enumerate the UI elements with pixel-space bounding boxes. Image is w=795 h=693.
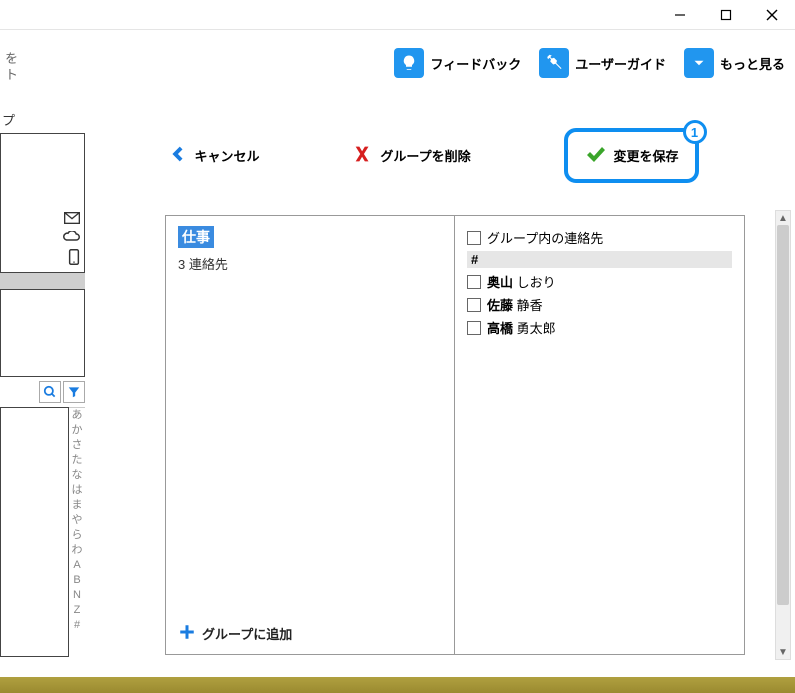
plus-icon [178, 623, 196, 644]
left-sidebar-fragment: プ あかさたなはまやらわABNZ# [0, 110, 90, 670]
userguide-label: ユーザーガイド [575, 54, 666, 73]
checkbox[interactable] [467, 275, 481, 289]
scroll-up-arrow-icon[interactable]: ▲ [776, 211, 790, 225]
scroll-down-arrow-icon[interactable]: ▼ [776, 645, 790, 659]
group-pane-right: グループ内の連絡先 # 奥山 しおり佐藤 静香高橋 勇太郎 [455, 216, 744, 654]
feedback-button[interactable]: フィードバック [394, 48, 521, 78]
selected-row[interactable] [0, 273, 85, 289]
empty-box [0, 289, 85, 377]
group-pane-left: 仕事 3 連絡先 グループに追加 [166, 216, 455, 654]
checkbox[interactable] [467, 298, 481, 312]
accounts-box [0, 133, 85, 273]
x-icon [352, 143, 374, 168]
alpha-index[interactable]: あかさたなはまやらわABNZ# [69, 407, 85, 657]
phone-icon [68, 249, 80, 268]
more-button[interactable]: もっと見る [684, 48, 785, 78]
scroll-thumb[interactable] [777, 225, 789, 605]
window-titlebar [0, 0, 795, 30]
select-all-label: グループ内の連絡先 [487, 228, 603, 247]
filter-button[interactable] [63, 381, 85, 403]
minimize-button[interactable] [657, 0, 703, 29]
actions-row: キャンセル グループを削除 変更を保存 1 [0, 128, 795, 183]
tools-icon [539, 48, 569, 78]
contact-row[interactable]: 佐藤 静香 [467, 293, 732, 316]
more-label: もっと見る [720, 54, 785, 73]
bottom-bar [0, 677, 795, 693]
checkbox[interactable] [467, 321, 481, 335]
close-button[interactable] [749, 0, 795, 29]
add-group-label: グループに追加 [202, 624, 292, 643]
cancel-label: キャンセル [194, 146, 259, 165]
checkbox[interactable] [467, 231, 481, 245]
contact-row[interactable]: 高橋 勇太郎 [467, 316, 732, 339]
delete-group-button[interactable]: グループを削除 [352, 143, 470, 168]
feedback-label: フィードバック [430, 54, 521, 73]
contact-row[interactable]: 奥山 しおり [467, 270, 732, 293]
callout-badge: 1 [683, 120, 707, 144]
save-label: 変更を保存 [614, 146, 679, 165]
vertical-scrollbar[interactable]: ▲ ▼ [775, 210, 791, 660]
contact-count: 3 連絡先 [178, 254, 442, 273]
cloud-icon [62, 230, 80, 246]
group-name-field[interactable]: 仕事 [178, 226, 214, 248]
cancel-button[interactable]: キャンセル [166, 143, 259, 168]
contacts-list-fragment [0, 407, 69, 657]
check-icon [584, 142, 608, 169]
maximize-button[interactable] [703, 0, 749, 29]
userguide-button[interactable]: ユーザーガイド [539, 48, 666, 78]
tab-fragment-label: プ [0, 110, 90, 133]
select-all-row[interactable]: グループ内の連絡先 [467, 226, 732, 249]
mail-icon [64, 211, 80, 227]
header-toolbar: フィードバック ユーザーガイド もっと見る [0, 30, 795, 100]
section-header: # [467, 251, 732, 268]
chevron-down-icon [684, 48, 714, 78]
save-button[interactable]: 変更を保存 1 [564, 128, 699, 183]
contact-name: 佐藤 静香 [487, 295, 543, 314]
cut-text-2: ト [5, 64, 18, 83]
contact-name: 奥山 しおり [487, 272, 556, 291]
add-group-button[interactable]: グループに追加 [178, 623, 442, 644]
contact-name: 高橋 勇太郎 [487, 318, 556, 337]
lightbulb-icon [394, 48, 424, 78]
back-arrow-icon [166, 143, 188, 168]
group-edit-pane: 仕事 3 連絡先 グループに追加 グループ内の連絡先 # 奥山 しおり佐藤 静香… [165, 215, 745, 655]
search-button[interactable] [39, 381, 61, 403]
delete-label: グループを削除 [380, 146, 470, 165]
